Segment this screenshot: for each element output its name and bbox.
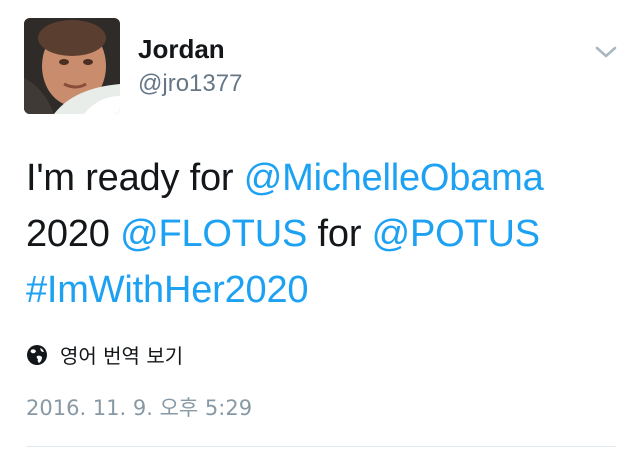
mention-link-potus[interactable]: @POTUS [372,213,540,255]
divider [26,446,616,447]
display-name[interactable]: Jordan [138,34,225,65]
chevron-down-icon [595,46,617,58]
tweet-text: I'm ready for @MichelleObama 2020 @FLOTUS… [26,150,606,318]
user-handle[interactable]: @jro1377 [138,70,242,98]
tweet-menu-button[interactable] [594,42,618,62]
globe-icon [27,344,47,365]
tweet-text-segment: I'm ready for [26,157,244,199]
mention-link-michelleobama[interactable]: @MichelleObama [244,157,544,199]
translate-tweet-button[interactable]: 영어 번역 보기 [26,340,183,369]
tweet-timestamp: 2016. 11. 9. 오후 5:29 [26,396,253,420]
translate-label: 영어 번역 보기 [60,344,184,368]
avatar-image [24,18,120,114]
mention-link-flotus[interactable]: @FLOTUS [120,213,307,255]
avatar[interactable] [24,18,120,114]
tweet-card: Jordan @jro1377 I'm ready for @MichelleO… [0,0,640,450]
tweet-text-segment: for [307,213,372,255]
hashtag-link-imwithher2020[interactable]: #ImWithHer2020 [26,269,309,311]
tweet-text-segment: 2020 [26,213,121,255]
